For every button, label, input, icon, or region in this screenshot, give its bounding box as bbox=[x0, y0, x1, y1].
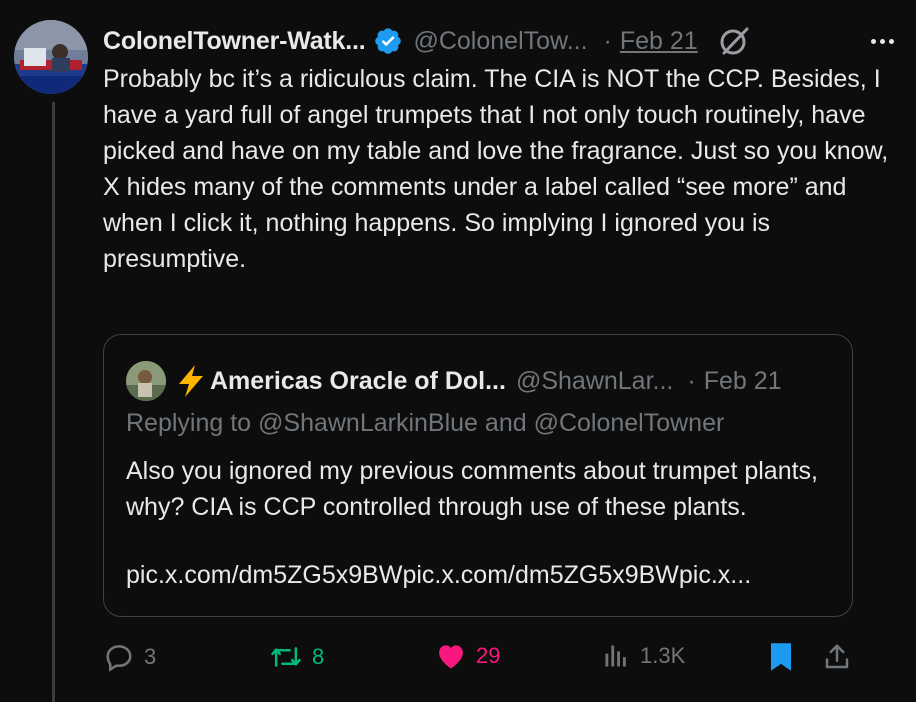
quoted-header-separator: · bbox=[687, 366, 696, 395]
quoted-tweet-body: Also you ignored my previous comments ab… bbox=[126, 457, 819, 521]
like-icon bbox=[436, 642, 466, 670]
views-count: 1.3K bbox=[640, 643, 686, 668]
verified-badge-icon bbox=[373, 26, 403, 56]
more-icon[interactable] bbox=[871, 38, 894, 44]
share-button[interactable] bbox=[822, 642, 852, 672]
quoted-author-name[interactable]: Americas Oracle of Dol... bbox=[210, 367, 506, 396]
reply-icon bbox=[104, 642, 134, 672]
author-name[interactable]: ColonelTowner-Watk... bbox=[103, 27, 366, 56]
lightning-bolt-icon bbox=[176, 364, 206, 398]
repost-button[interactable]: 8 bbox=[270, 642, 324, 672]
quoted-tweet-header: Americas Oracle of Dol... @ShawnLar... ·… bbox=[126, 361, 836, 401]
bookmark-button[interactable] bbox=[768, 642, 794, 672]
reply-count: 3 bbox=[144, 644, 157, 669]
views-button[interactable]: 1.3K bbox=[602, 642, 685, 670]
thread-line bbox=[52, 102, 55, 702]
tweet-date[interactable]: Feb 21 bbox=[620, 27, 698, 56]
repost-count: 8 bbox=[312, 644, 325, 669]
quoted-author-avatar[interactable] bbox=[126, 361, 166, 401]
like-count: 29 bbox=[476, 643, 501, 668]
author-avatar[interactable] bbox=[14, 20, 88, 94]
repost-icon bbox=[270, 642, 302, 672]
header-separator: · bbox=[603, 26, 612, 55]
views-icon bbox=[602, 642, 630, 670]
grok-icon[interactable] bbox=[718, 25, 750, 57]
quoted-author-handle[interactable]: @ShawnLar... bbox=[516, 367, 673, 396]
tweet-header: ColonelTowner-Watk... @ColonelTow... · F… bbox=[103, 22, 902, 60]
quoted-tweet-link[interactable]: pic.x.com/dm5ZG5x9BWpic.x.com/dm5ZG5x9BW… bbox=[126, 561, 836, 590]
reply-button[interactable]: 3 bbox=[104, 642, 156, 672]
action-bar: 3 8 29 1.3K bbox=[0, 642, 916, 676]
quoted-tweet[interactable]: Americas Oracle of Dol... @ShawnLar... ·… bbox=[103, 334, 853, 617]
replying-to: Replying to @ShawnLarkinBlue and @Colone… bbox=[126, 409, 725, 437]
share-icon bbox=[822, 642, 852, 672]
quoted-tweet-date[interactable]: Feb 21 bbox=[704, 367, 782, 396]
author-handle[interactable]: @ColonelTow... bbox=[413, 27, 587, 56]
bookmark-icon bbox=[768, 642, 794, 672]
like-button[interactable]: 29 bbox=[436, 642, 500, 670]
tweet-body: Probably bc it’s a ridiculous claim. The… bbox=[103, 65, 889, 273]
